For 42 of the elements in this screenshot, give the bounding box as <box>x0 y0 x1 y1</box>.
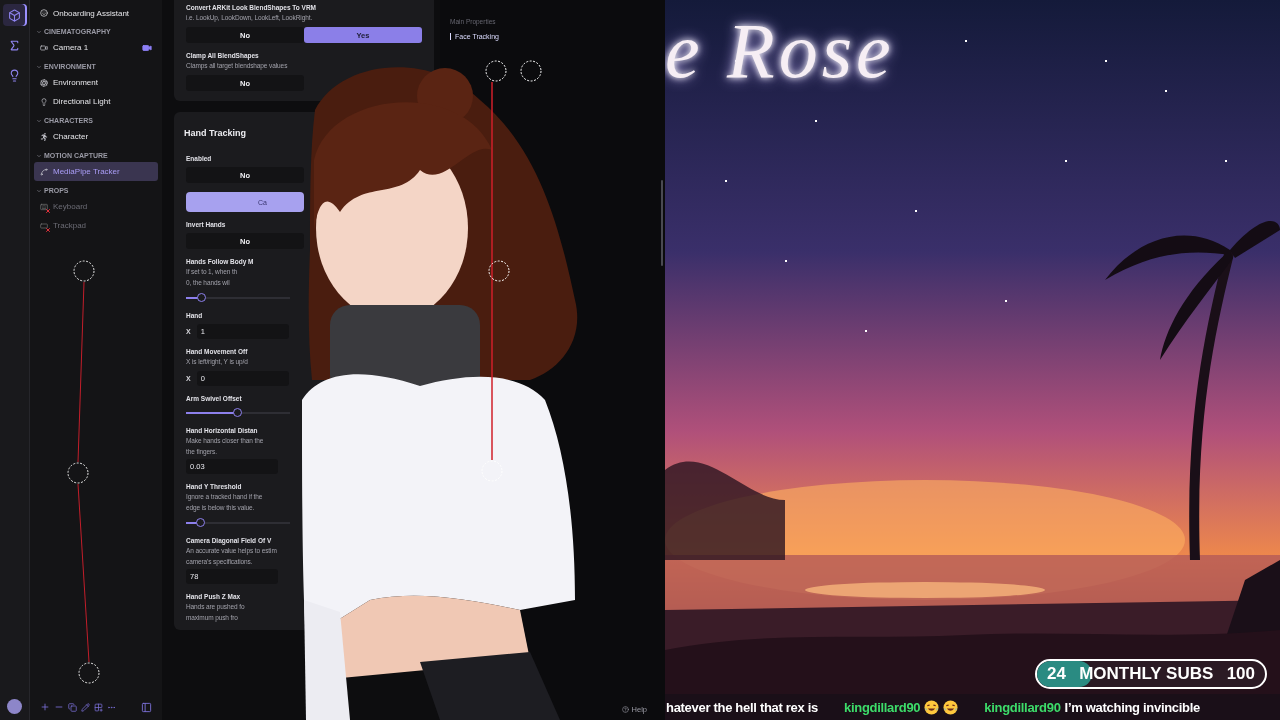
curve-icon <box>40 167 48 176</box>
chat-message: I’m watching invincible <box>1064 699 1200 715</box>
chevron-icon <box>36 28 42 35</box>
keyboard-icon <box>40 202 48 211</box>
copy-icon[interactable] <box>68 702 77 712</box>
sidebar-item[interactable]: Environment <box>34 73 158 92</box>
chevron-icon <box>36 187 42 194</box>
sidebar-item[interactable]: MediaPipe Tracker <box>34 162 158 181</box>
pencil-icon[interactable] <box>81 702 90 712</box>
help-icon <box>621 706 629 713</box>
subs-count: 24 <box>1047 664 1066 684</box>
stream-title: e Rose <box>665 6 895 96</box>
chevron-icon <box>36 117 42 124</box>
goal-label: MONTHLY SUBS <box>1079 664 1214 684</box>
avatar-icon[interactable] <box>7 699 22 714</box>
trackpad-icon <box>40 221 48 230</box>
sidebar-item[interactable]: Onboarding Assistant <box>34 4 158 22</box>
laughing-emoji-icon <box>943 699 959 715</box>
chevron-icon <box>36 63 42 70</box>
smiley-icon <box>40 9 48 17</box>
goal-target: 100 <box>1226 664 1255 684</box>
grid-plus-icon[interactable] <box>94 702 103 712</box>
sidebar-item[interactable]: Directional Light <box>34 92 158 111</box>
lightbulb-icon <box>40 97 48 106</box>
aperture-icon <box>40 78 48 87</box>
cube-icon[interactable] <box>2 4 27 26</box>
sidebar-item[interactable]: Camera 1 <box>34 38 158 57</box>
slider-thumb[interactable] <box>195 518 205 527</box>
chevron-icon <box>36 152 42 159</box>
card-title: Hand Tracking <box>184 128 247 138</box>
panel-icon[interactable] <box>141 701 152 713</box>
slider-thumb[interactable] <box>196 293 206 302</box>
chat-username: kingdillard90 <box>984 699 1061 715</box>
slider-thumb[interactable] <box>233 408 242 417</box>
camera-icon <box>40 43 48 52</box>
sidebar-item[interactable]: Character <box>34 127 158 146</box>
running-figure-icon <box>40 132 48 141</box>
add-icon[interactable] <box>40 702 50 712</box>
laughing-emoji-icon <box>924 699 940 715</box>
chat-message: hatever the hell that rex is <box>666 699 818 715</box>
scrollbar[interactable] <box>661 180 663 266</box>
chat-username: kingdillard90 <box>844 699 921 715</box>
